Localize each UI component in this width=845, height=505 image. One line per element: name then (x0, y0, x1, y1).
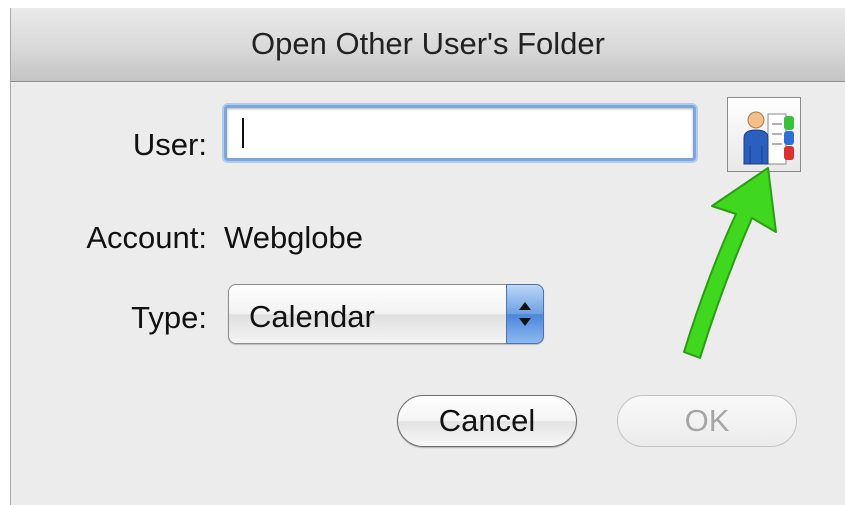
dialog-title: Open Other User's Folder (251, 26, 605, 61)
address-book-button[interactable] (727, 97, 801, 172)
dialog-titlebar[interactable]: Open Other User's Folder (11, 8, 845, 82)
address-book-icon (743, 111, 794, 165)
type-popup-button[interactable]: Calendar (228, 284, 544, 344)
chevron-updown-icon (506, 284, 544, 344)
cancel-button[interactable]: Cancel (397, 395, 577, 447)
ok-button[interactable]: OK (617, 395, 797, 447)
user-label: User: (132, 127, 207, 162)
type-selected-value: Calendar (249, 299, 375, 334)
user-input[interactable] (224, 105, 696, 161)
text-caret (242, 118, 244, 148)
account-label: Account: (86, 220, 207, 255)
account-value: Webglobe (224, 220, 364, 255)
type-label: Type: (131, 300, 207, 335)
